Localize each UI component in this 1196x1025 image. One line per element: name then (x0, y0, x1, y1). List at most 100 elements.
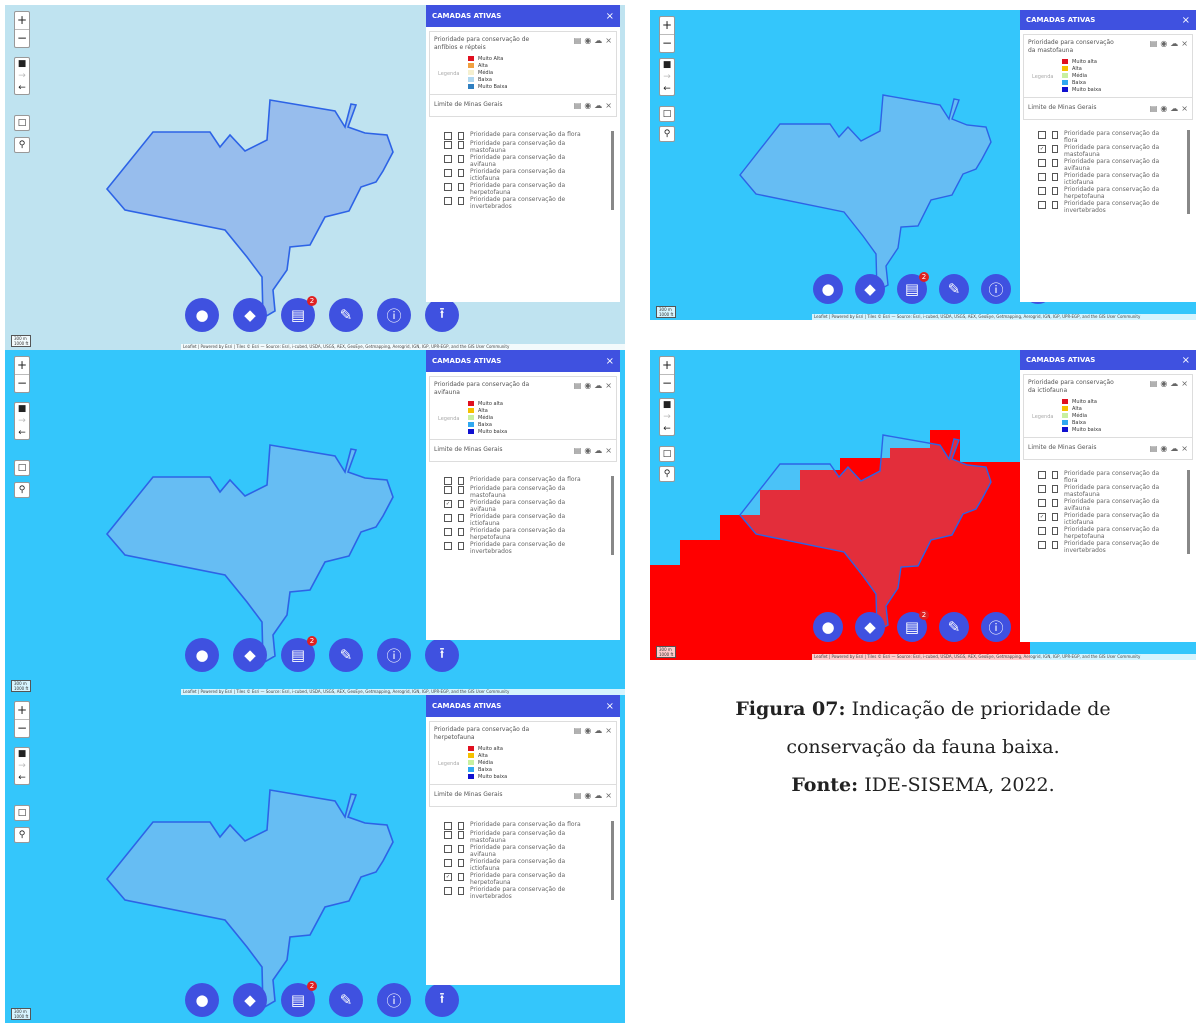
download-icon[interactable]: ☁ (594, 101, 602, 110)
remove-icon[interactable]: × (605, 101, 612, 110)
close-icon[interactable]: × (606, 356, 614, 367)
zoom-in-button[interactable]: + (15, 357, 29, 374)
zoom-out-button[interactable]: − (15, 374, 29, 392)
layers-button[interactable]: ◆ (233, 983, 267, 1017)
back-icon[interactable]: ← (15, 82, 29, 94)
layers-button[interactable]: ◆ (855, 274, 885, 304)
pan-icon[interactable]: ■ (15, 58, 29, 70)
download-icon[interactable]: ☁ (594, 36, 602, 45)
forward-icon[interactable]: → (15, 415, 29, 427)
forward-icon[interactable]: → (15, 760, 29, 772)
layer-checkbox[interactable]: ✓ (444, 873, 452, 881)
zoom-in-button[interactable]: + (15, 12, 29, 29)
active-layers-button[interactable]: ▤ 2 (897, 272, 929, 304)
basemap-button[interactable]: ● (813, 274, 843, 304)
basemap-button[interactable]: ● (185, 983, 219, 1017)
zoom-out-button[interactable]: − (15, 719, 29, 737)
eye-icon[interactable]: ◉ (584, 36, 591, 45)
eye-icon[interactable]: ◉ (584, 446, 591, 455)
layer-checkbox[interactable] (444, 528, 452, 536)
layers-button[interactable]: ◆ (855, 612, 885, 642)
remove-icon[interactable]: × (605, 791, 612, 800)
back-icon[interactable]: ← (15, 772, 29, 784)
remove-icon[interactable]: × (1181, 444, 1188, 453)
download-icon[interactable]: ☁ (1170, 444, 1178, 453)
search-button[interactable]: ⚲ (14, 482, 30, 498)
search-button[interactable]: ⚲ (659, 126, 675, 142)
zoom-in-button[interactable]: + (15, 702, 29, 719)
search-button[interactable]: ⚲ (14, 827, 30, 843)
layer-checkbox[interactable] (444, 859, 452, 867)
upload-button[interactable]: ⭱ (425, 983, 459, 1017)
draw-button[interactable]: ✎ (939, 612, 969, 642)
basemap-button[interactable]: ● (185, 638, 219, 672)
table-icon[interactable]: ▤ (574, 446, 582, 455)
eye-icon[interactable]: ◉ (1160, 444, 1167, 453)
remove-icon[interactable]: × (1181, 379, 1188, 388)
eye-icon[interactable]: ◉ (584, 791, 591, 800)
download-icon[interactable]: ☁ (594, 381, 602, 390)
back-icon[interactable]: ← (15, 427, 29, 439)
layer-checkbox[interactable] (1038, 485, 1046, 493)
download-icon[interactable]: ☁ (594, 791, 602, 800)
close-icon[interactable]: × (1182, 15, 1190, 26)
layer-checkbox[interactable]: ✓ (1038, 145, 1046, 153)
table-icon[interactable]: ▤ (574, 36, 582, 45)
close-icon[interactable]: × (606, 701, 614, 712)
table-icon[interactable]: ▤ (1150, 379, 1158, 388)
layer-checkbox[interactable] (444, 845, 452, 853)
layer-checkbox[interactable] (444, 141, 452, 149)
fullscreen-button[interactable]: □ (659, 446, 675, 462)
eye-icon[interactable]: ◉ (584, 726, 591, 735)
forward-icon[interactable]: → (660, 71, 674, 83)
pan-icon[interactable]: ■ (660, 59, 674, 71)
layer-checkbox[interactable] (1038, 499, 1046, 507)
info-button[interactable]: ⓘ (377, 983, 411, 1017)
table-icon[interactable]: ▤ (574, 101, 582, 110)
download-icon[interactable]: ☁ (594, 726, 602, 735)
layer-checkbox[interactable] (1038, 187, 1046, 195)
remove-icon[interactable]: × (1181, 104, 1188, 113)
table-icon[interactable]: ▤ (1150, 104, 1158, 113)
close-icon[interactable]: × (1182, 355, 1190, 366)
remove-icon[interactable]: × (605, 726, 612, 735)
layer-checkbox[interactable] (444, 132, 452, 140)
fullscreen-button[interactable]: □ (14, 115, 30, 131)
info-button[interactable]: ⓘ (981, 612, 1011, 642)
layer-checkbox[interactable]: ✓ (1038, 513, 1046, 521)
zoom-out-button[interactable]: − (660, 374, 674, 392)
pan-icon[interactable]: ■ (15, 403, 29, 415)
download-icon[interactable]: ☁ (1170, 39, 1178, 48)
basemap-button[interactable]: ● (185, 298, 219, 332)
draw-button[interactable]: ✎ (939, 274, 969, 304)
upload-button[interactable]: ⭱ (425, 298, 459, 332)
draw-button[interactable]: ✎ (329, 638, 363, 672)
layers-button[interactable]: ◆ (233, 298, 267, 332)
back-icon[interactable]: ← (660, 423, 674, 435)
table-icon[interactable]: ▤ (1150, 444, 1158, 453)
draw-button[interactable]: ✎ (329, 298, 363, 332)
remove-icon[interactable]: × (605, 381, 612, 390)
forward-icon[interactable]: → (660, 411, 674, 423)
layer-checkbox[interactable] (444, 169, 452, 177)
fullscreen-button[interactable]: □ (14, 460, 30, 476)
info-button[interactable]: ⓘ (377, 298, 411, 332)
active-layers-button[interactable]: ▤ 2 (281, 636, 317, 672)
draw-button[interactable]: ✎ (329, 983, 363, 1017)
remove-icon[interactable]: × (605, 36, 612, 45)
fullscreen-button[interactable]: □ (659, 106, 675, 122)
info-button[interactable]: ⓘ (981, 274, 1011, 304)
layers-button[interactable]: ◆ (233, 638, 267, 672)
zoom-in-button[interactable]: + (660, 17, 674, 34)
layer-checkbox[interactable] (1038, 173, 1046, 181)
layer-checkbox[interactable] (444, 477, 452, 485)
layer-checkbox[interactable] (444, 514, 452, 522)
fullscreen-button[interactable]: □ (14, 805, 30, 821)
layer-checkbox[interactable] (444, 197, 452, 205)
remove-icon[interactable]: × (1181, 39, 1188, 48)
eye-icon[interactable]: ◉ (1160, 104, 1167, 113)
table-icon[interactable]: ▤ (1150, 39, 1158, 48)
pan-icon[interactable]: ■ (660, 399, 674, 411)
search-button[interactable]: ⚲ (659, 466, 675, 482)
layer-checkbox[interactable] (444, 542, 452, 550)
